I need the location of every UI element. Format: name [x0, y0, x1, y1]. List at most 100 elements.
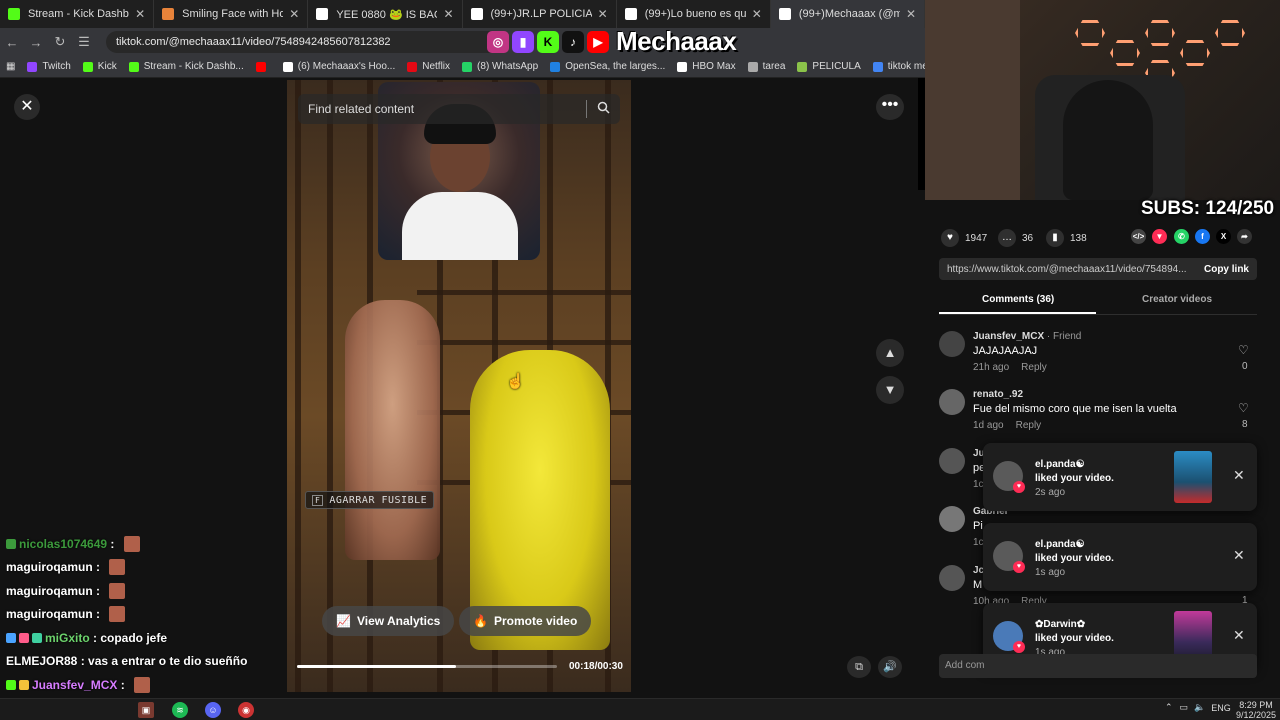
bookmark-item[interactable]: OpenSea, the larges...: [550, 61, 665, 72]
forward-icon[interactable]: →: [24, 35, 48, 50]
network-icon[interactable]: ▭: [1180, 702, 1189, 713]
avatar[interactable]: [939, 565, 965, 591]
share-arrow-icon[interactable]: ➦: [1237, 229, 1252, 244]
video-thumbnail[interactable]: [1174, 451, 1212, 503]
notification-name: el.panda☯: [1035, 539, 1085, 550]
back-icon[interactable]: ←: [0, 35, 24, 50]
clock[interactable]: 8:29 PM 9/12/2025: [1236, 700, 1276, 720]
add-comment-input[interactable]: Add com: [939, 654, 1257, 678]
tray-chevron-icon[interactable]: ⌃: [1165, 702, 1173, 713]
tab-close-icon[interactable]: ✕: [598, 7, 608, 21]
obs-icon[interactable]: ◉: [238, 702, 254, 718]
bookmark-item[interactable]: PELICULA: [797, 61, 861, 72]
bookmark-item[interactable]: (6) Mechaaax's Hoo...: [282, 61, 395, 72]
bookmark-icon: [797, 61, 808, 72]
chat-message: miGxito : copado jefe: [0, 626, 290, 650]
facebook-icon[interactable]: f: [1195, 229, 1210, 244]
bookmark-item[interactable]: tiktok mechax - Go...: [872, 61, 925, 72]
game-app-icon[interactable]: ▣: [138, 702, 154, 718]
avatar[interactable]: [939, 331, 965, 357]
notification-time: 1s ago: [1035, 567, 1066, 578]
chevron-down-icon[interactable]: ▼: [876, 376, 904, 404]
discord-icon[interactable]: ☺: [205, 702, 221, 718]
embed-icon[interactable]: </>: [1131, 229, 1146, 244]
comment-like-count: 8: [1242, 419, 1248, 430]
comment-author[interactable]: renato_.92: [973, 389, 1023, 400]
browser-tab[interactable]: (99+)Lo bueno es que @Mecha ✕: [617, 0, 771, 28]
tab-favicon-icon: [8, 8, 20, 20]
like-stat[interactable]: ♥ 1947: [941, 229, 987, 247]
bookmark-item[interactable]: HBO Max: [677, 61, 736, 72]
picture-in-picture-icon[interactable]: ⧉: [847, 656, 871, 678]
language-indicator[interactable]: ENG: [1211, 703, 1231, 713]
avatar[interactable]: [939, 389, 965, 415]
tab-comments[interactable]: Comments (36): [982, 294, 1054, 305]
close-icon[interactable]: ✕: [1233, 627, 1245, 644]
volume-icon[interactable]: 🔊: [878, 656, 902, 678]
tab-close-icon[interactable]: ✕: [443, 7, 453, 21]
close-icon[interactable]: ✕: [1233, 467, 1245, 484]
comment-meta: 1d ago Reply: [973, 420, 1053, 431]
comment-like-icon[interactable]: ♡: [1238, 401, 1249, 415]
browser-tab[interactable]: Smiling Face with Horns Em ✕: [154, 0, 309, 28]
chat-emote-icon: [134, 676, 151, 693]
view-analytics-button[interactable]: 📈 View Analytics: [322, 606, 455, 636]
bookmark-item[interactable]: Twitch: [27, 61, 71, 72]
chat-separator: :: [117, 677, 129, 692]
bookmark-item[interactable]: (8) WhatsApp: [462, 61, 538, 72]
reply-button[interactable]: Reply: [1016, 420, 1042, 431]
comment-author[interactable]: Juansfev_MCX · Friend: [973, 331, 1081, 342]
comment-stat[interactable]: … 36: [998, 229, 1033, 247]
bookmark-item[interactable]: Kick: [82, 61, 117, 72]
more-options-icon[interactable]: •••: [876, 94, 904, 120]
promote-video-label: Promote video: [493, 614, 578, 628]
brand-name: Mechaaax: [616, 26, 737, 56]
reply-button[interactable]: Reply: [1021, 362, 1047, 373]
search-icon[interactable]: [597, 101, 610, 117]
tab-title: (99+)Lo bueno es que @Mecha: [644, 8, 746, 20]
site-info-icon[interactable]: ☰: [72, 34, 96, 50]
browser-tab[interactable]: Stream - Kick Dashboard ✕: [0, 0, 155, 28]
like-notification[interactable]: ♥ el.panda☯ liked your video. 2s ago ✕: [983, 443, 1257, 511]
notification-message: liked your video.: [1035, 473, 1114, 484]
close-icon[interactable]: ✕: [1233, 547, 1245, 564]
bookmark-item[interactable]: Netflix: [407, 61, 450, 72]
bookmark-item[interactable]: tarea: [747, 61, 785, 72]
tab-close-icon[interactable]: ✕: [289, 7, 299, 21]
tab-creator-videos[interactable]: Creator videos: [1142, 294, 1212, 305]
like-notification[interactable]: ♥ el.panda☯ liked your video. 1s ago ✕: [983, 523, 1257, 591]
bookmark-item[interactable]: [255, 61, 271, 72]
tab-close-icon[interactable]: ✕: [752, 7, 762, 21]
tab-close-icon[interactable]: ✕: [135, 7, 145, 21]
close-icon[interactable]: ✕: [14, 94, 40, 120]
spotify-icon[interactable]: ≋: [172, 702, 188, 718]
reload-icon[interactable]: ↻: [48, 34, 72, 50]
speaker-icon[interactable]: 🔈: [1194, 702, 1205, 713]
copy-link-button[interactable]: Copy link: [1204, 264, 1249, 275]
view-analytics-label: View Analytics: [356, 614, 441, 628]
video-progress-bar[interactable]: [297, 665, 557, 668]
browser-tab[interactable]: YEE 0880 🐸 IS BACK - - - - - - ✕: [308, 0, 463, 28]
browser-tab[interactable]: (99+)JR.LP POLICIAS! #primero ✕: [463, 0, 617, 28]
whatsapp-icon[interactable]: ✆: [1174, 229, 1189, 244]
tab-close-icon[interactable]: ✕: [906, 7, 916, 21]
browser-tab[interactable]: (99+)Mechaaax (@mechaa ✕: [770, 0, 926, 28]
search-input[interactable]: Find related content: [298, 94, 620, 124]
comment-time: 21h ago: [973, 362, 1010, 373]
comment-like-icon[interactable]: ♡: [1238, 343, 1249, 357]
chat-username: miGxito: [45, 630, 90, 645]
chevron-up-icon[interactable]: ▲: [876, 339, 904, 367]
avatar[interactable]: [939, 506, 965, 532]
x-icon[interactable]: X: [1216, 229, 1231, 244]
youtube-icon: ▶: [587, 30, 609, 53]
repost-icon[interactable]: ▼: [1152, 229, 1167, 244]
save-stat[interactable]: ▮ 138: [1046, 229, 1087, 247]
bookmark-icon: [255, 61, 266, 72]
bookmark-item[interactable]: Stream - Kick Dashb...: [128, 61, 244, 72]
apps-icon[interactable]: ▦: [6, 61, 15, 72]
promote-video-button[interactable]: 🔥 Promote video: [459, 606, 592, 636]
url-field[interactable]: tiktok.com/@mechaaax11/video/75489424856…: [106, 31, 506, 53]
heart-badge-icon: ♥: [1013, 641, 1025, 653]
avatar[interactable]: [939, 448, 965, 474]
like-count: 1947: [965, 232, 988, 244]
